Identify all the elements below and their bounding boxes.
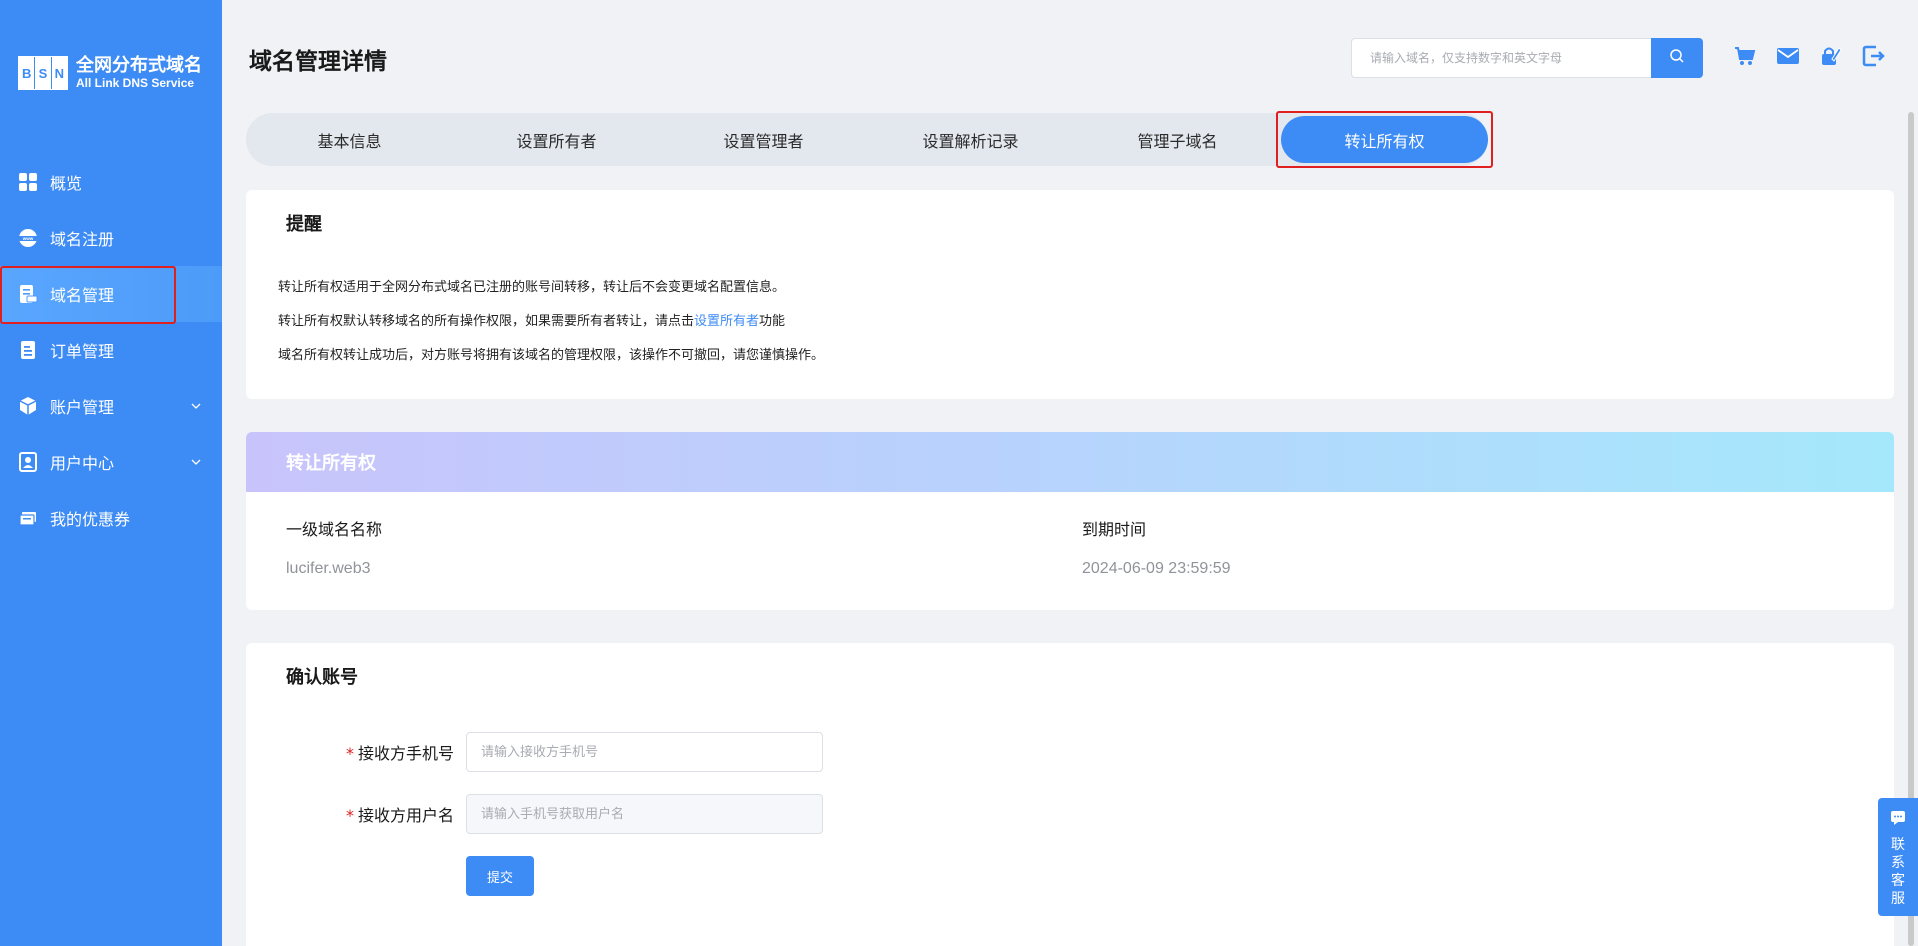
chevron-down-icon	[190, 453, 202, 472]
sidebar-item-coupons[interactable]: 我的优惠券	[0, 490, 222, 546]
set-owner-link[interactable]: 设置所有者	[694, 314, 759, 329]
brand-title: 全网分布式域名	[76, 55, 202, 76]
sidebar-item-overview[interactable]: 概览	[0, 154, 222, 210]
search-input[interactable]	[1351, 38, 1651, 78]
transfer-info-card: 转让所有权 一级域名名称 lucifer.web3 到期时间 2024-06-0…	[246, 432, 1894, 610]
svg-text:www: www	[22, 236, 34, 241]
sidebar-item-label: 订单管理	[50, 342, 115, 361]
sidebar-item-label: 域名注册	[50, 230, 115, 249]
header-actions	[1733, 44, 1905, 68]
transfer-section-title: 转让所有权	[246, 432, 1894, 492]
receiver-username-input[interactable]	[466, 794, 823, 834]
tab-basic-info[interactable]: 基本信息	[246, 113, 453, 166]
receiver-phone-input[interactable]	[466, 732, 823, 772]
logo-letter: N	[54, 65, 65, 81]
chat-icon	[1890, 810, 1906, 830]
edit-lock-icon[interactable]	[1819, 44, 1843, 68]
notice-text: 功能	[759, 314, 786, 329]
order-list-icon	[18, 340, 38, 360]
domain-manage-icon	[18, 284, 38, 304]
phone-label-text: 接收方手机号	[357, 744, 454, 763]
tab-set-owner[interactable]: 设置所有者	[453, 113, 660, 166]
username-label-text: 接收方用户名	[357, 806, 454, 825]
dashboard-grid-icon	[18, 172, 38, 192]
expiry-value: 2024-06-09 23:59:59	[1082, 560, 1231, 577]
required-mark: *	[345, 744, 354, 763]
sidebar-item-account[interactable]: 账户管理	[0, 378, 222, 434]
www-globe-icon: www	[18, 228, 38, 248]
tab-transfer-ownership[interactable]: 转让所有权	[1276, 111, 1493, 168]
logout-icon[interactable]	[1862, 44, 1886, 68]
sidebar-item-user-center[interactable]: 用户中心	[0, 434, 222, 490]
sidebar-item-domain-manage[interactable]: 域名管理	[0, 266, 222, 324]
sidebar-item-label: 概览	[50, 174, 83, 193]
username-label: * 接收方用户名	[346, 802, 454, 826]
page-title: 域名管理详情	[249, 49, 387, 75]
logo-mark: B S N	[18, 56, 68, 90]
notice-line: 转让所有权适用于全网分布式域名已注册的账号间转移，转让后不会变更域名配置信息。	[278, 280, 786, 295]
expiry-label: 到期时间	[1082, 520, 1147, 539]
contact-service-label: 联系客服	[1891, 837, 1905, 907]
tab-subdomains[interactable]: 管理子域名	[1074, 113, 1281, 166]
brand-subtitle: All Link DNS Service	[76, 76, 195, 90]
notice-line: 转让所有权默认转移域名的所有操作权限，如果需要所有者转让，请点击设置所有者功能	[278, 310, 785, 329]
sidebar-nav: 概览 www 域名注册 域名管理 订单管理 账户管理 用户中心 我的优惠券	[0, 154, 222, 546]
submit-button[interactable]: 提交	[466, 856, 534, 896]
notice-text: 转让所有权默认转移域名的所有操作权限，如果需要所有者转让，请点击	[278, 314, 695, 329]
tab-dns-records[interactable]: 设置解析记录	[867, 113, 1074, 166]
sidebar: B S N 全网分布式域名 All Link DNS Service 概览 ww…	[0, 0, 222, 946]
sidebar-item-domain-register[interactable]: www 域名注册	[0, 210, 222, 266]
chevron-down-icon	[190, 397, 202, 416]
detail-tabs: 基本信息 设置所有者 设置管理者 设置解析记录 管理子域名 转让所有权	[246, 111, 1493, 168]
cart-icon[interactable]	[1733, 44, 1757, 68]
confirm-title: 确认账号	[286, 667, 358, 688]
logo-letter: S	[35, 57, 52, 89]
sidebar-item-label: 账户管理	[50, 398, 115, 417]
domain-name-value: lucifer.web3	[286, 560, 371, 577]
phone-label: * 接收方手机号	[346, 740, 454, 764]
notice-card: 提醒 转让所有权适用于全网分布式域名已注册的账号间转移，转让后不会变更域名配置信…	[246, 190, 1894, 399]
sidebar-item-label: 域名管理	[50, 286, 115, 305]
sidebar-item-orders[interactable]: 订单管理	[0, 322, 222, 378]
notice-title: 提醒	[286, 214, 322, 235]
notice-line: 域名所有权转让成功后，对方账号将拥有该域名的管理权限，该操作不可撤回，请您谨慎操…	[278, 348, 825, 363]
domain-search	[1351, 38, 1703, 78]
sidebar-item-label: 用户中心	[50, 454, 115, 473]
mail-icon[interactable]	[1776, 44, 1800, 68]
brand-logo[interactable]: B S N 全网分布式域名 All Link DNS Service	[18, 56, 202, 90]
required-mark: *	[345, 806, 354, 825]
account-cube-icon	[18, 396, 38, 416]
domain-name-label: 一级域名名称	[286, 520, 383, 539]
search-button[interactable]	[1651, 38, 1703, 78]
coupon-icon	[18, 508, 38, 528]
user-card-icon	[18, 452, 38, 472]
sidebar-item-label: 我的优惠券	[50, 510, 131, 529]
search-icon	[1669, 48, 1685, 68]
confirm-account-card: 确认账号 *接收方手机号 *接收方用户名 提交	[246, 643, 1894, 946]
contact-service-button[interactable]: 联系客服	[1878, 798, 1918, 916]
tab-set-manager[interactable]: 设置管理者	[660, 113, 867, 166]
logo-letter: B	[19, 57, 36, 89]
